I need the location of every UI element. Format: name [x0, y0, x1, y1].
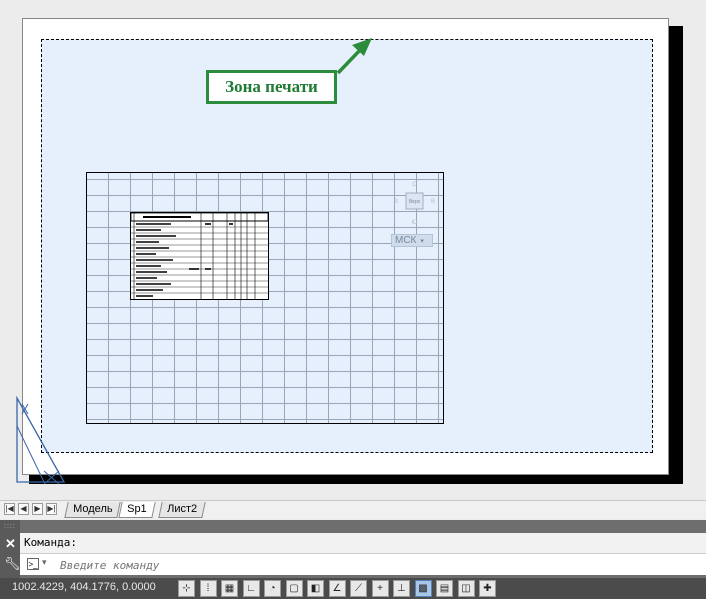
tab-sp1-label: Sp1 [127, 503, 147, 515]
viewcube-face-label: Верх [409, 199, 421, 205]
tab-list2-label: Лист2 [167, 503, 198, 515]
first-tab-icon[interactable]: |◀ [4, 503, 15, 515]
print-zone-callout: Зона печати [206, 70, 337, 104]
viewcube-west-label: З [394, 199, 398, 205]
drawing-table-graphic [130, 212, 269, 299]
chevron-down-icon: ▾ [420, 237, 424, 245]
object-snap-icon[interactable]: ▢ [285, 580, 303, 597]
selection-cycling-icon[interactable]: ◫ [457, 580, 475, 597]
grid-display-icon[interactable]: ▦ [221, 580, 238, 597]
tab-model-label: Модель [73, 503, 113, 515]
customize-wrench-icon[interactable]: 🔧︎ [4, 556, 21, 572]
polar-tracking-icon[interactable]: ◔ [264, 580, 281, 597]
grip-dots-icon: :::: [4, 523, 16, 530]
dynamic-input-icon[interactable]: + [371, 580, 389, 597]
command-input-row: >_ ▾ [20, 553, 706, 575]
ucs-menu-label: МСК [395, 235, 417, 246]
snap-mode-icon[interactable]: ⁞ [199, 580, 217, 597]
command-line-panel: :::: ✕ 🔧︎ Команда: >_ ▾ [0, 520, 706, 578]
infer-constraints-icon[interactable]: ⊹ [178, 580, 195, 597]
tab-list2[interactable]: Лист2 [158, 502, 206, 518]
viewcube[interactable]: Верх С Ю З В [392, 180, 438, 230]
transparency-icon[interactable]: ▩ [414, 580, 432, 597]
dynamic-ucs-icon[interactable]: ⟋ [350, 580, 367, 597]
tab-sp1[interactable]: Sp1 [118, 502, 156, 518]
lineweight-icon[interactable]: ⊥ [393, 580, 410, 597]
drawing-table [130, 212, 269, 300]
print-zone-callout-text: Зона печати [225, 77, 318, 96]
annotation-monitor-icon[interactable]: ✚ [479, 580, 496, 597]
3d-object-snap-icon[interactable]: ◧ [307, 580, 324, 597]
next-tab-icon[interactable]: ▶ [32, 503, 43, 515]
viewcube-south-label: Ю [411, 220, 417, 226]
viewcube-north-label: С [412, 182, 417, 188]
tab-model[interactable]: Модель [64, 502, 122, 518]
quick-properties-icon[interactable]: ▤ [436, 580, 453, 597]
command-line-grip[interactable]: :::: ✕ 🔧︎ [0, 520, 21, 578]
paper-space-ucs-icon [16, 396, 66, 485]
command-prompt-icon[interactable]: >_ [27, 558, 39, 570]
ortho-mode-icon[interactable]: ∟ [242, 580, 260, 597]
ucs-menu[interactable]: МСК ▾ [391, 234, 433, 247]
command-history: Команда: [20, 533, 706, 553]
layout-canvas[interactable]: Верх С Ю З В МСК ▾ Зона печати [0, 0, 706, 497]
prev-tab-icon[interactable]: ◀ [18, 503, 29, 515]
layout-tab-bar: |◀ ◀ ▶ ▶| Модель Sp1 Лист2 [0, 500, 706, 519]
object-snap-tracking-icon[interactable]: ∠ [328, 580, 346, 597]
status-bar: 1002.4229, 404.1776, 0.0000 ⊹ ⁞ ▦ ∟ ◔ ▢ ◧ ∠ ⟋ + ⊥ ▩… [0, 578, 706, 599]
command-input[interactable] [58, 556, 662, 575]
cursor-coordinates[interactable]: 1002.4229, 404.1776, 0.0000 [12, 581, 156, 593]
viewcube-east-label: В [431, 199, 435, 205]
last-tab-icon[interactable]: ▶| [46, 503, 57, 515]
close-icon[interactable]: ✕ [5, 536, 16, 552]
chevron-down-icon[interactable]: ▾ [42, 557, 47, 568]
